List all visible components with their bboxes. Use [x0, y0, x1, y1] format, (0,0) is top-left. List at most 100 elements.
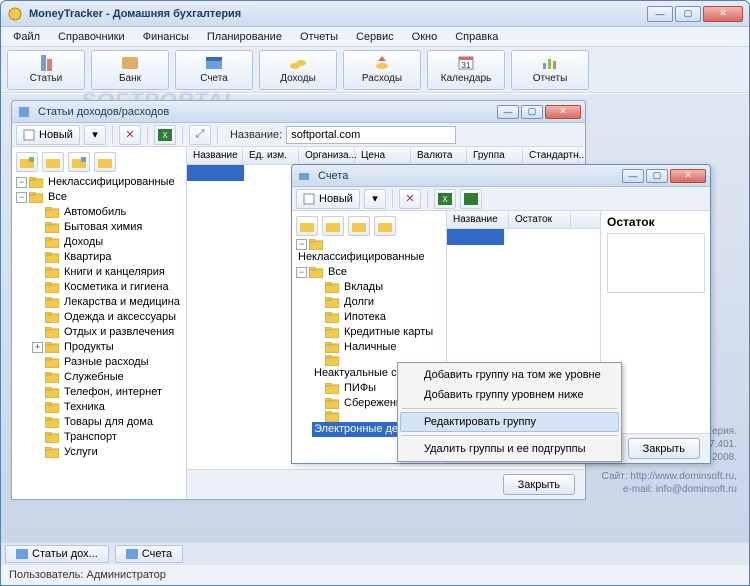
folder-icon: [45, 297, 59, 308]
tree-item[interactable]: Вклады: [312, 280, 444, 295]
close-dialog-button[interactable]: Закрыть: [628, 438, 700, 459]
grid-header[interactable]: НазваниеОстаток: [447, 211, 600, 229]
expander-icon[interactable]: −: [16, 177, 27, 188]
child-minimize-button[interactable]: —: [497, 105, 519, 119]
folder-icon: [45, 252, 59, 263]
grid-column-header[interactable]: Валюта: [411, 147, 467, 164]
expander-icon[interactable]: −: [16, 192, 27, 203]
tree-item[interactable]: Книги и канцелярия: [32, 265, 184, 280]
toolbar-calendar[interactable]: 31 Календарь: [427, 50, 505, 90]
child-maximize-button[interactable]: ▢: [521, 105, 543, 119]
delete-folder-button[interactable]: [374, 216, 396, 236]
toolbar-dropdown[interactable]: ▾: [364, 189, 386, 209]
name-input[interactable]: [286, 126, 456, 144]
edit-folder-button[interactable]: [68, 152, 90, 172]
tree-item[interactable]: Услуги: [32, 445, 184, 460]
ctx-add-same-level[interactable]: Добавить группу на том же уровне: [400, 365, 619, 385]
folder-icon: [45, 432, 59, 443]
toolbar-accounts[interactable]: Счета: [175, 50, 253, 90]
menu-reports[interactable]: Отчеты: [292, 29, 346, 45]
tree-item[interactable]: −Неклассифицированные: [16, 175, 184, 190]
toolbar-income[interactable]: Доходы: [259, 50, 337, 90]
ctx-add-below-level[interactable]: Добавить группу уровнем ниже: [400, 385, 619, 405]
tree-item[interactable]: Отдых и развлечения: [32, 325, 184, 340]
menu-help[interactable]: Справка: [447, 29, 506, 45]
grid-header[interactable]: НазваниеЕд. изм.Организа...ЦенаВалютаГру…: [187, 147, 585, 165]
add-subfolder-button[interactable]: [322, 216, 344, 236]
tree-item[interactable]: Наличные: [312, 340, 444, 355]
new-button[interactable]: Новый: [296, 189, 360, 209]
tree-item[interactable]: Служебные: [32, 370, 184, 385]
tree-item[interactable]: Долги: [312, 295, 444, 310]
tree-item[interactable]: Телефон, интернет: [32, 385, 184, 400]
add-folder-button[interactable]: [16, 152, 38, 172]
grid-column-header[interactable]: Цена: [355, 147, 411, 164]
tree-item[interactable]: Одежда и аксессуары: [32, 310, 184, 325]
child-minimize-button[interactable]: —: [622, 169, 644, 183]
grid-column-header[interactable]: Группа: [467, 147, 523, 164]
tree-item[interactable]: Техника: [32, 400, 184, 415]
delete-button[interactable]: ✕: [119, 125, 141, 145]
child-close-button[interactable]: ✕: [670, 169, 706, 183]
expander-icon[interactable]: −: [296, 239, 307, 250]
articles-tree[interactable]: −Неклассифицированные−ВсеАвтомобильБытов…: [12, 147, 187, 499]
edit-folder-button[interactable]: [348, 216, 370, 236]
tree-item[interactable]: Квартира: [32, 250, 184, 265]
grid-column-header[interactable]: Остаток: [509, 211, 571, 228]
tree-item[interactable]: −ВсеАвтомобильБытовая химияДоходыКвартир…: [16, 190, 184, 460]
menu-finance[interactable]: Финансы: [135, 29, 197, 45]
toolbar-articles[interactable]: Статьи: [7, 50, 85, 90]
tree-item[interactable]: Ипотека: [312, 310, 444, 325]
tab-articles[interactable]: Статьи дох...: [5, 545, 109, 563]
grid-column-header[interactable]: Стандартн...: [523, 147, 579, 164]
excel2-button[interactable]: [460, 189, 482, 209]
expander-icon[interactable]: +: [32, 342, 43, 353]
delete-folder-button[interactable]: [94, 152, 116, 172]
expand-button[interactable]: ⤢: [189, 125, 211, 145]
menu-separator: [402, 408, 617, 409]
toolbar-reports[interactable]: Отчеты: [511, 50, 589, 90]
expenses-icon: [372, 55, 392, 71]
tree-item[interactable]: Косметика и гигиена: [32, 280, 184, 295]
menu-service[interactable]: Сервис: [348, 29, 402, 45]
folder-icon: [45, 267, 59, 278]
tree-item[interactable]: Кредитные карты: [312, 325, 444, 340]
tree-item[interactable]: Доходы: [32, 235, 184, 250]
maximize-button[interactable]: ▢: [675, 6, 701, 22]
menu-file[interactable]: Файл: [5, 29, 48, 45]
tree-item[interactable]: Транспорт: [32, 430, 184, 445]
new-button[interactable]: Новый: [16, 125, 80, 145]
excel-button[interactable]: X: [154, 125, 176, 145]
ctx-edit-group[interactable]: Редактировать группу: [400, 412, 619, 432]
menu-window[interactable]: Окно: [404, 29, 446, 45]
child-close-button[interactable]: ✕: [545, 105, 581, 119]
minimize-button[interactable]: —: [647, 6, 673, 22]
balance-chart-placeholder: [607, 233, 705, 293]
close-button[interactable]: ✕: [703, 6, 743, 22]
expander-icon[interactable]: −: [296, 267, 307, 278]
menu-planning[interactable]: Планирование: [199, 29, 290, 45]
grid-column-header[interactable]: Ед. изм.: [243, 147, 299, 164]
grid-column-header[interactable]: Название: [447, 211, 509, 228]
delete-button[interactable]: ✕: [399, 189, 421, 209]
tree-item[interactable]: Автомобиль: [32, 205, 184, 220]
child-maximize-button[interactable]: ▢: [646, 169, 668, 183]
tree-item[interactable]: −Неклассифицированные: [296, 239, 444, 265]
tree-item[interactable]: Бытовая химия: [32, 220, 184, 235]
tree-item[interactable]: Разные расходы: [32, 355, 184, 370]
add-subfolder-button[interactable]: [42, 152, 64, 172]
excel-button[interactable]: X: [434, 189, 456, 209]
toolbar-dropdown[interactable]: ▾: [84, 125, 106, 145]
grid-column-header[interactable]: Организа...: [299, 147, 355, 164]
add-folder-button[interactable]: [296, 216, 318, 236]
tree-item[interactable]: +Продукты: [32, 340, 184, 355]
tab-accounts[interactable]: Счета: [115, 545, 183, 563]
grid-column-header[interactable]: Название: [187, 147, 243, 164]
tree-item[interactable]: Товары для дома: [32, 415, 184, 430]
toolbar-bank[interactable]: Банк: [91, 50, 169, 90]
ctx-delete-group[interactable]: Удалить группы и ее подгруппы: [400, 439, 619, 459]
toolbar-expenses[interactable]: Расходы: [343, 50, 421, 90]
tree-item[interactable]: Лекарства и медицина: [32, 295, 184, 310]
menu-directories[interactable]: Справочники: [50, 29, 133, 45]
grid-row[interactable]: [447, 229, 600, 245]
